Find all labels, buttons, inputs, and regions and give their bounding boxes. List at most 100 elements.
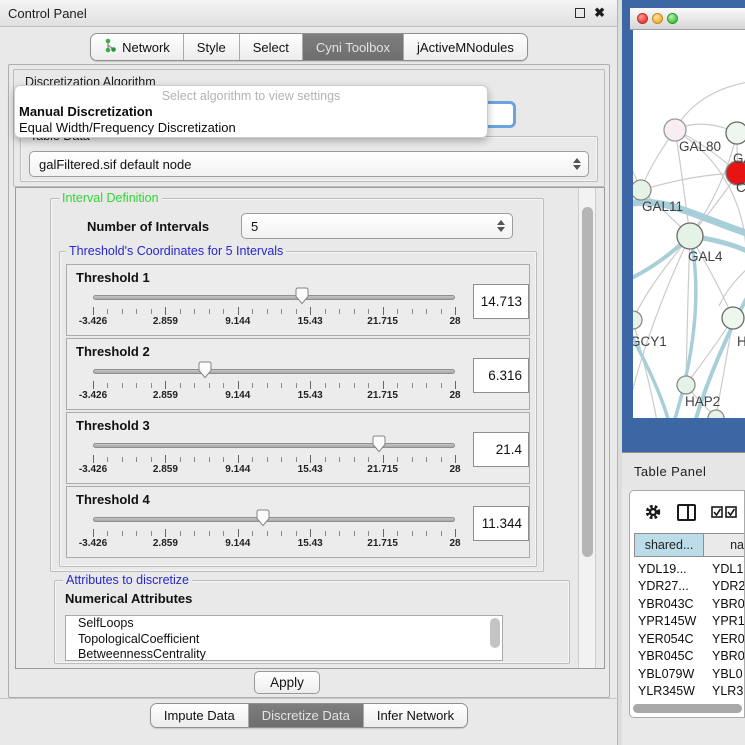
tick-mark	[267, 309, 268, 314]
network-node[interactable]	[677, 223, 703, 249]
list-scrollbar-thumb[interactable]	[490, 618, 500, 648]
popup-item-manual-discretization[interactable]: Manual Discretization	[15, 103, 487, 119]
tick-mark	[93, 455, 94, 463]
tick-mark	[426, 309, 427, 314]
h-scrollbar[interactable]	[633, 704, 742, 714]
list-item-betweennesscentrality[interactable]: BetweennessCentrality	[66, 647, 502, 661]
tick-mark	[93, 381, 94, 389]
table-row[interactable]: YER054CYER0	[630, 630, 744, 648]
tab-jactivemnodules[interactable]: jActiveMNodules	[403, 34, 527, 60]
table-row[interactable]: YDL19...YDL1	[630, 560, 744, 578]
control-panel-titlebar: Control Panel ✖	[0, 0, 617, 27]
tick-mark	[238, 455, 239, 463]
table-row[interactable]: YLR345WYLR3	[630, 683, 744, 701]
column-header-name[interactable]: na	[704, 533, 744, 557]
interval-definition-group: Interval Definition Number of Intervals …	[50, 198, 544, 572]
network-node[interactable]	[726, 122, 745, 144]
tick-mark	[455, 529, 456, 537]
top-tabbar: Network StyleSelectCyni ToolboxjActiveMNo…	[0, 33, 618, 61]
scrollbar-thumb[interactable]	[582, 207, 593, 557]
network-window-titlebar[interactable]	[630, 8, 745, 30]
minimize-traffic-light-icon[interactable]	[652, 13, 663, 24]
threshold-label: Threshold 2	[76, 344, 150, 359]
tab-impute-data[interactable]: Impute Data	[151, 704, 248, 727]
network-canvas[interactable]: GAL80GACGAL11GAL4GCY1HHAP2	[633, 30, 745, 418]
tick-mark	[412, 531, 413, 536]
tick-label: 2.859	[153, 538, 178, 549]
slider-track[interactable]	[93, 295, 455, 300]
scrollbar-track[interactable]	[578, 188, 596, 668]
split-columns-icon[interactable]	[677, 504, 696, 521]
list-item-topologicalcoefficient[interactable]: TopologicalCoefficient	[66, 632, 502, 648]
tab-cyni-toolbox[interactable]: Cyni Toolbox	[302, 34, 403, 60]
threshold-value-field[interactable]: 21.4	[473, 432, 529, 467]
tab-infer-network[interactable]: Infer Network	[363, 704, 467, 727]
popup-item-equal-width-frequency-discretization[interactable]: Equal Width/Frequency Discretization	[15, 119, 487, 135]
tick-mark	[455, 307, 456, 315]
table-row[interactable]: YBL079WYBL0	[630, 665, 744, 683]
tick-label: 15.43	[298, 390, 323, 401]
tab-style[interactable]: Style	[183, 34, 239, 60]
close-icon[interactable]: ✖	[594, 8, 605, 18]
thresholds-group: Threshold's Coordinates for 5 Intervals …	[59, 251, 537, 567]
tick-label: 9.144	[225, 316, 250, 327]
window-title: Control Panel	[0, 6, 575, 21]
slider-handle[interactable]	[371, 435, 387, 453]
column-header-shared-name[interactable]: shared...	[634, 533, 704, 557]
network-node[interactable]	[664, 119, 686, 141]
slider-track[interactable]	[93, 517, 455, 522]
network-edge[interactable]	[633, 236, 690, 320]
slider-handle[interactable]	[255, 509, 271, 527]
float-window-icon[interactable]	[575, 8, 585, 18]
slider-track[interactable]	[93, 443, 455, 448]
tick-mark	[441, 457, 442, 462]
threshold-value-field[interactable]: 14.713	[473, 284, 529, 319]
cell-shared-name: YBL079W	[630, 667, 710, 681]
tab-network[interactable]: Network	[91, 34, 183, 60]
tick-label: 9.144	[225, 464, 250, 475]
tick-mark	[267, 457, 268, 462]
number-of-intervals-combobox[interactable]: 5	[241, 213, 513, 239]
tick-mark	[310, 381, 311, 389]
apply-button[interactable]: Apply	[254, 671, 320, 694]
tab-label: Impute Data	[164, 708, 235, 723]
table-data-value: galFiltered.sif default node	[30, 157, 570, 172]
table-row[interactable]: YPR145WYPR1	[630, 613, 744, 631]
tab-select[interactable]: Select	[239, 34, 302, 60]
table-data-combobox[interactable]: galFiltered.sif default node	[29, 151, 589, 177]
gear-icon[interactable]	[644, 503, 662, 521]
table-row[interactable]: YBR045CYBR0	[630, 648, 744, 666]
threshold-value-field[interactable]: 6.316	[473, 358, 529, 393]
zoom-traffic-light-icon[interactable]	[667, 13, 678, 24]
network-node[interactable]	[633, 180, 651, 200]
list-item-selfloops[interactable]: SelfLoops	[66, 616, 502, 632]
tick-mark	[151, 457, 152, 462]
table-row[interactable]: YDR27...YDR2	[630, 578, 744, 596]
slider-handle[interactable]	[294, 287, 310, 305]
close-traffic-light-icon[interactable]	[637, 13, 648, 24]
tab-discretize-data[interactable]: Discretize Data	[248, 704, 363, 727]
slider-handle[interactable]	[197, 361, 213, 379]
slider-track[interactable]	[93, 369, 455, 374]
tick-mark	[383, 529, 384, 537]
tick-mark	[426, 383, 427, 388]
tick-mark	[310, 529, 311, 537]
numerical-attributes-list[interactable]: SelfLoopsTopologicalCoefficientBetweenne…	[65, 615, 503, 661]
threshold-panel-3: Threshold 3-3.4262.8599.14415.4321.71528…	[66, 412, 530, 484]
table-row[interactable]: YBR043CYBR0	[630, 595, 744, 613]
cell-shared-name: YDL19...	[630, 562, 710, 576]
tick-label: -3.426	[79, 538, 107, 549]
tab-label: Network	[122, 40, 170, 55]
h-scrollbar-thumb[interactable]	[633, 704, 742, 713]
checkbox-columns-icon[interactable]	[711, 506, 738, 519]
network-node[interactable]	[722, 307, 744, 329]
network-node[interactable]	[633, 311, 642, 329]
table-panel: shared... na YDL19...YDL1YDR27...YDR2YBR…	[629, 490, 745, 718]
network-graph[interactable]: GAL80GACGAL11GAL4GCY1HHAP2	[633, 30, 745, 418]
network-edge[interactable]	[719, 268, 745, 306]
node-label: C	[736, 180, 745, 195]
network-node[interactable]	[677, 376, 695, 394]
numerical-attributes-label: Numerical Attributes	[65, 591, 192, 606]
threshold-value-field[interactable]: 11.344	[473, 506, 529, 541]
tick-mark	[339, 383, 340, 388]
